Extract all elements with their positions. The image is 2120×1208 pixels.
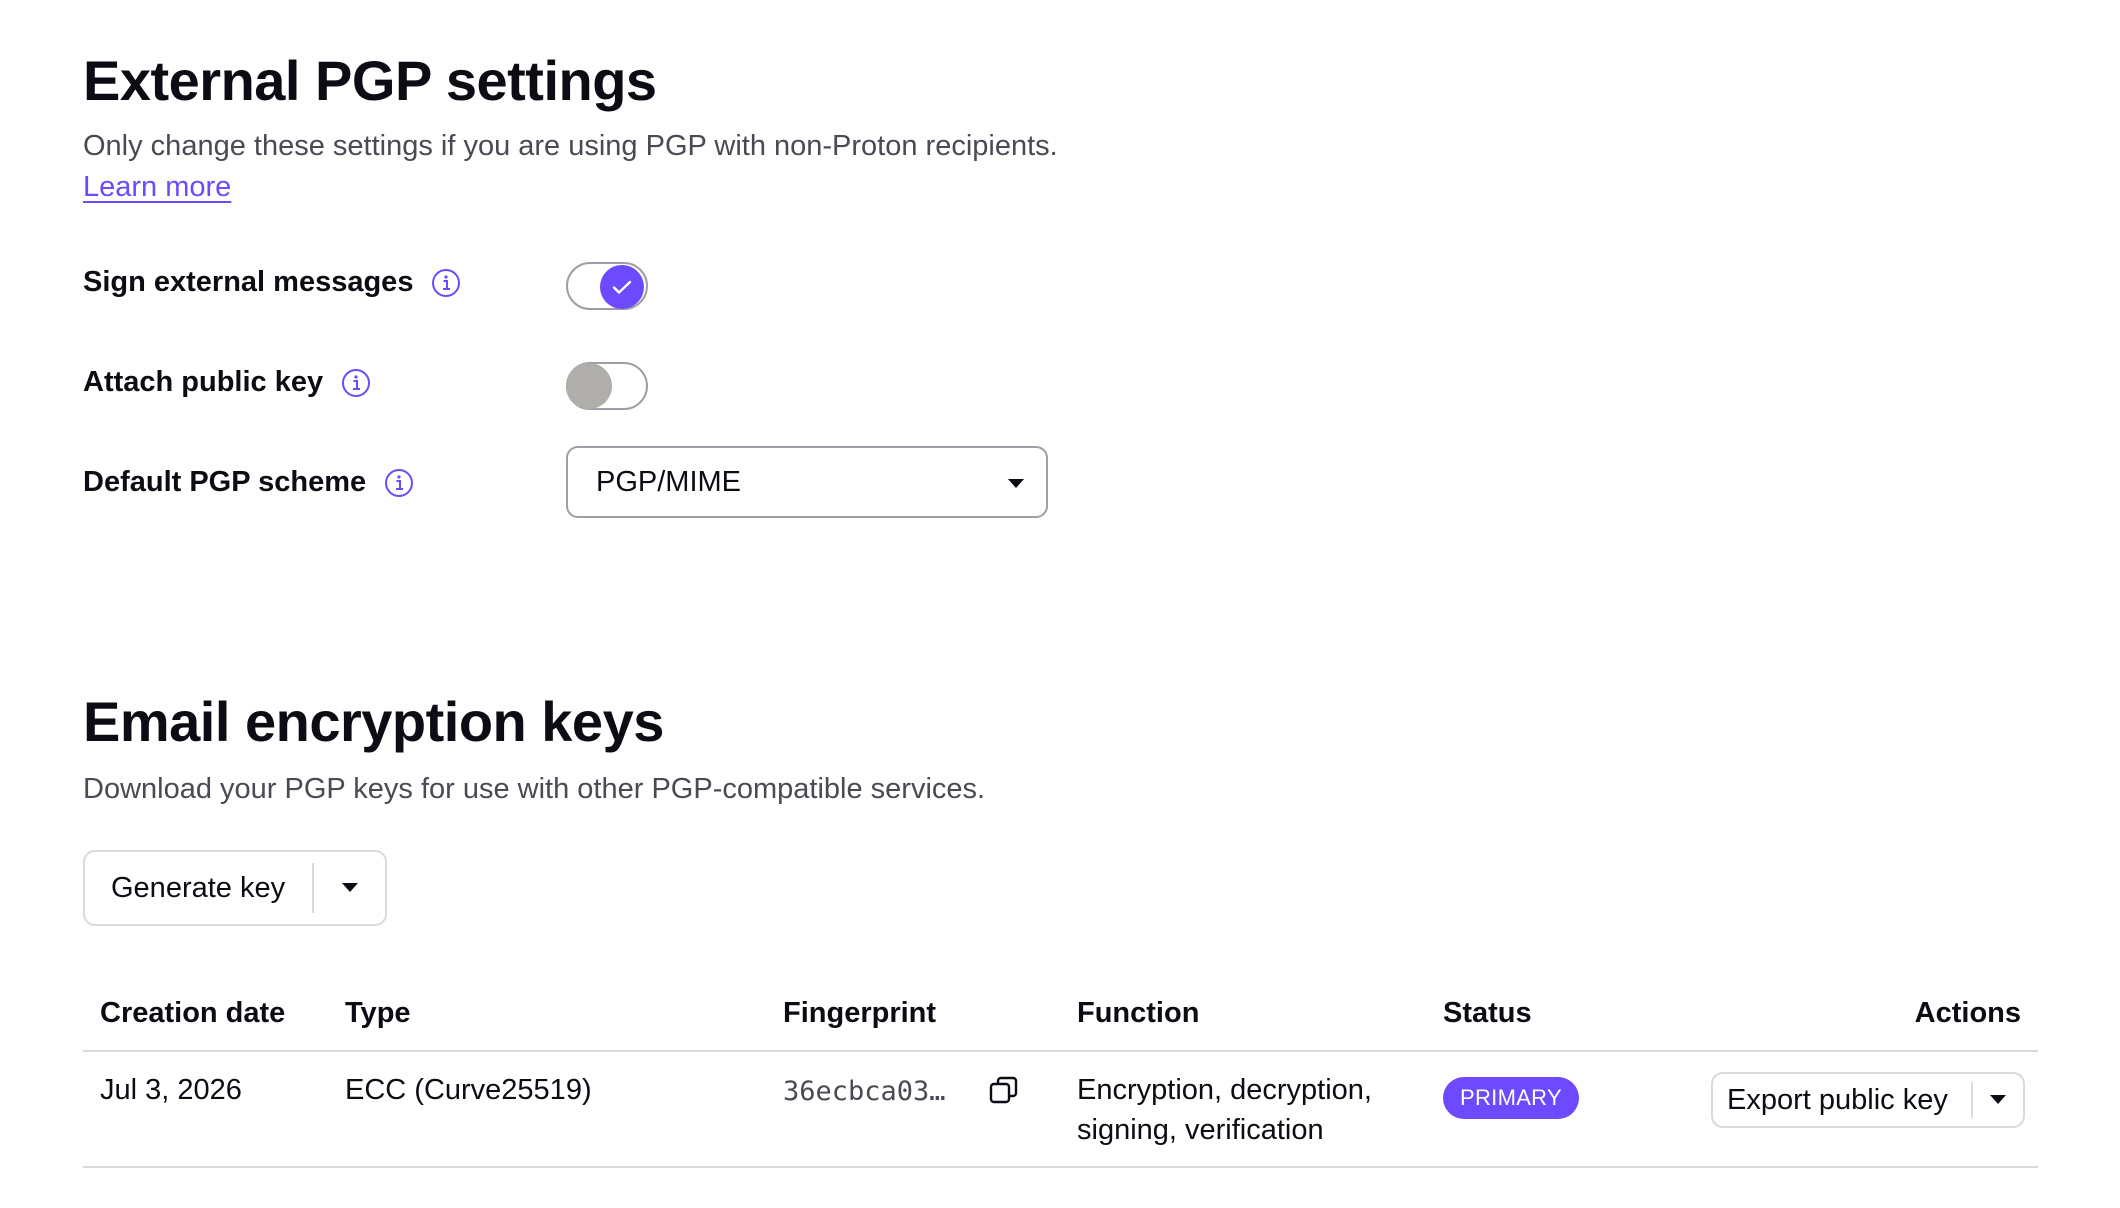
attach-public-key-toggle[interactable]	[566, 362, 648, 410]
chevron-down-icon	[1008, 479, 1024, 488]
sign-external-row: Sign external messages	[83, 266, 461, 299]
info-icon[interactable]	[384, 468, 414, 498]
key-function-line2: signing, verification	[1077, 1114, 1324, 1146]
generate-key-button[interactable]: Generate key	[83, 850, 387, 926]
info-icon[interactable]	[341, 368, 371, 398]
pgp-section-title: External PGP settings	[83, 49, 657, 112]
keys-section-title: Email encryption keys	[83, 690, 664, 753]
pgp-scheme-row: Default PGP scheme	[83, 466, 414, 499]
pgp-scheme-value: PGP/MIME	[596, 465, 742, 498]
toggle-knob	[566, 363, 612, 409]
sign-external-toggle[interactable]	[566, 262, 648, 310]
keys-table: Creation date Type Fingerprint Function …	[83, 990, 2038, 1168]
column-header-fingerprint: Fingerprint	[783, 997, 937, 1029]
status-badge: PRIMARY	[1443, 1077, 1579, 1119]
chevron-down-icon	[1990, 1095, 2007, 1104]
generate-key-label: Generate key	[111, 871, 286, 904]
toggle-knob	[600, 265, 644, 309]
column-header-type: Type	[345, 997, 411, 1029]
column-header-creation-date: Creation date	[100, 997, 286, 1029]
export-public-key-button[interactable]: Export public key	[1711, 1072, 2025, 1128]
pgp-scheme-select[interactable]: PGP/MIME	[566, 446, 1048, 518]
pgp-scheme-label: Default PGP scheme	[83, 466, 367, 498]
key-creation-date: Jul 3, 2026	[100, 1074, 242, 1106]
learn-more-link[interactable]: Learn more	[83, 171, 231, 204]
attach-public-key-label: Attach public key	[83, 366, 324, 398]
settings-page: External PGP settings Only change these …	[0, 0, 2120, 1208]
checkmark-icon	[612, 280, 632, 294]
generate-key-dropdown-toggle[interactable]	[314, 850, 385, 926]
column-header-function: Function	[1077, 997, 1200, 1029]
export-dropdown-toggle[interactable]	[1973, 1072, 2023, 1128]
export-public-key-label: Export public key	[1727, 1083, 1948, 1116]
keys-section-description: Download your PGP keys for use with othe…	[83, 773, 986, 805]
copy-icon[interactable]	[983, 1070, 1027, 1114]
key-function-line1: Encryption, decryption,	[1077, 1074, 1372, 1106]
chevron-down-icon	[341, 883, 358, 892]
info-icon[interactable]	[431, 268, 461, 298]
pgp-section-description: Only change these settings if you are us…	[83, 130, 1058, 162]
column-header-status: Status	[1443, 997, 1532, 1029]
key-fingerprint: 36ecbca03…	[783, 1076, 946, 1107]
key-type: ECC (Curve25519)	[345, 1074, 592, 1106]
table-row: Jul 3, 2026 ECC (Curve25519) 36ecbca03… …	[83, 1052, 2038, 1168]
attach-public-key-row: Attach public key	[83, 366, 371, 399]
column-header-actions: Actions	[1914, 997, 2021, 1029]
table-header: Creation date Type Fingerprint Function …	[83, 990, 2038, 1052]
sign-external-label: Sign external messages	[83, 266, 414, 298]
key-function: Encryption, decryption, signing, verific…	[1077, 1070, 1372, 1150]
